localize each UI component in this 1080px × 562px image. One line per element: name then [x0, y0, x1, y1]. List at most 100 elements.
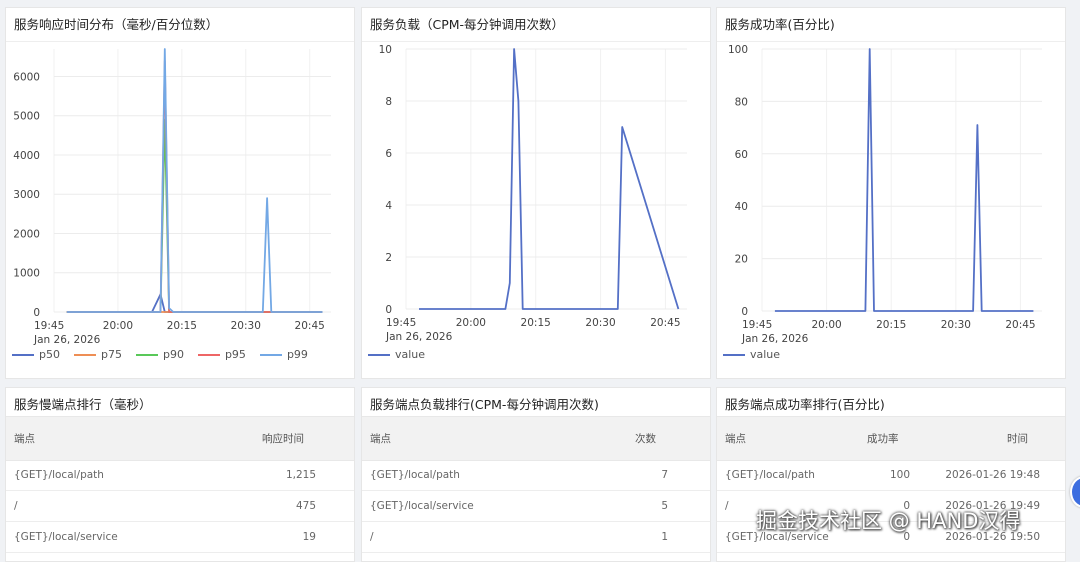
- y-tick-label: 40: [735, 201, 748, 213]
- value-cell: 1: [661, 530, 668, 543]
- table: 端点 次数 {GET}/local/path 7 {GET}/local/ser…: [362, 416, 710, 561]
- y-tick-label: 2000: [13, 228, 40, 240]
- y-tick-label: 4000: [13, 150, 40, 162]
- y-tick-label: 80: [735, 96, 748, 108]
- series-line-value: [419, 48, 680, 310]
- endpoint-cell: {GET}/local/service: [14, 530, 118, 543]
- legend-label: p75: [100, 348, 122, 361]
- y-tick-label: 4: [385, 200, 392, 212]
- table: 端点 成功率 时间 {GET}/local/path 100 2026-01-2…: [717, 416, 1065, 561]
- table-header: 端点 成功率 时间: [717, 416, 1065, 461]
- x-tick-label: 20:30: [585, 317, 615, 329]
- legend-swatch: [73, 353, 96, 356]
- y-tick-label: 0: [385, 304, 392, 316]
- y-tick-label: 2: [385, 252, 392, 264]
- legend-item-p99[interactable]: p99: [259, 348, 308, 361]
- value-cell: 7: [661, 468, 668, 481]
- legend-item-p95[interactable]: p95: [197, 348, 246, 361]
- divider: [6, 41, 354, 42]
- floating-action-button[interactable]: [1070, 476, 1080, 508]
- x-date-label: Jan 26, 2026: [33, 334, 101, 346]
- table-row[interactable]: / 1: [362, 521, 710, 553]
- load-chart[interactable]: 0 2 4 6 8 10 19:45 20:00 20:15 20:30 20:45 Jan 26, …: [362, 45, 711, 379]
- x-tick-label: 20:00: [811, 319, 841, 331]
- table-card-endpoint-success: 服务端点成功率排行(百分比) 端点 成功率 时间 {GET}/local/pat…: [716, 387, 1066, 562]
- value-cell: 5: [661, 499, 668, 512]
- column-header-endpoint[interactable]: 端点: [725, 417, 746, 460]
- y-tick-label: 8: [385, 96, 392, 108]
- x-date-label: Jan 26, 2026: [741, 333, 809, 345]
- legend-label: value: [750, 348, 781, 361]
- endpoint-cell: {GET}/local/path: [725, 468, 815, 481]
- table-row[interactable]: {GET}/local/service 5: [362, 490, 710, 522]
- endpoint-cell: {GET}/local/service: [370, 499, 474, 512]
- value-cell: 1,215: [285, 468, 316, 481]
- endpoint-cell: /: [370, 530, 374, 543]
- table-row[interactable]: {GET}/local/path 7: [362, 459, 710, 491]
- y-tick-label: 60: [735, 149, 748, 161]
- column-header-success-rate[interactable]: 成功率: [867, 417, 899, 460]
- chart-title: 服务负载（CPM-每分钟调用次数）: [370, 17, 565, 32]
- table-row[interactable]: {GET}/local/path 1,215: [6, 459, 354, 491]
- time-cell: 2026-01-26 19:48: [945, 468, 1040, 481]
- success-rate-chart[interactable]: 0 20 40 60 80 100 19:45 20:00 20:15 20:30 20:45 Jan…: [717, 45, 1066, 379]
- table-title: 服务端点负载排行(CPM-每分钟调用次数): [370, 397, 599, 412]
- legend-item-p50[interactable]: p50: [12, 348, 60, 361]
- column-header-time[interactable]: 时间: [1007, 417, 1028, 460]
- table-row[interactable]: / 475: [6, 490, 354, 522]
- legend-item-value[interactable]: value: [368, 348, 425, 361]
- legend-swatch: [368, 353, 390, 356]
- y-tick-label: 6000: [13, 71, 40, 83]
- endpoint-cell: {GET}/local/path: [14, 468, 104, 481]
- x-tick-label: 20:15: [876, 319, 906, 331]
- y-tick-label: 100: [728, 45, 748, 56]
- series-line-value: [774, 48, 1034, 312]
- legend-item-p75[interactable]: p75: [73, 348, 122, 361]
- y-tick-label: 0: [741, 306, 748, 318]
- y-tick-label: 3000: [13, 189, 40, 201]
- x-tick-label: 19:45: [742, 319, 772, 331]
- table: 端点 响应时间 {GET}/local/path 1,215 / 475 {GE…: [6, 416, 354, 561]
- chart-title: 服务响应时间分布（毫秒/百分位数）: [14, 17, 219, 32]
- chart-card-success-rate: 服务成功率(百分比) 0 20 40 60 80 100 19:45 20:00 20:15 20…: [716, 7, 1066, 379]
- x-tick-label: 19:45: [386, 317, 416, 329]
- series-line-p50: [66, 293, 323, 313]
- divider: [362, 41, 710, 42]
- legend-swatch: [197, 353, 220, 356]
- y-tick-label: 10: [379, 45, 392, 56]
- legend-label: p90: [162, 348, 184, 361]
- column-header-endpoint[interactable]: 端点: [14, 417, 35, 460]
- column-header-endpoint[interactable]: 端点: [370, 417, 391, 460]
- x-date-label: Jan 26, 2026: [385, 331, 453, 343]
- y-tick-label: 0: [33, 307, 40, 319]
- divider: [717, 41, 1065, 42]
- x-tick-label: 20:15: [521, 317, 551, 329]
- watermark: 掘金技术社区 @ HAND汉得: [756, 509, 1021, 533]
- table-row[interactable]: {GET}/local/service 19: [6, 521, 354, 553]
- endpoint-cell: {GET}/local/path: [370, 468, 460, 481]
- legend-item-p90[interactable]: p90: [135, 348, 184, 361]
- column-header-count[interactable]: 次数: [635, 417, 656, 460]
- series-line-p90: [66, 118, 323, 313]
- y-tick-label: 6: [385, 148, 392, 160]
- legend-label: p50: [39, 348, 60, 361]
- table-header: 端点 次数: [362, 416, 710, 461]
- value-cell: 475: [295, 499, 316, 512]
- endpoint-cell: /: [14, 499, 18, 512]
- response-time-chart[interactable]: 0 1000 2000 3000 4000 5000 6000 19:45 20:00 20:15…: [6, 45, 355, 379]
- legend-item-value[interactable]: value: [723, 348, 780, 361]
- table-card-slow-endpoints: 服务慢端点排行（毫秒） 端点 响应时间 {GET}/local/path 1,2…: [5, 387, 355, 562]
- x-tick-label: 20:45: [1005, 319, 1035, 331]
- value-cell: 19: [302, 530, 316, 543]
- x-tick-label: 20:30: [231, 320, 261, 332]
- table-row[interactable]: {GET}/local/path 100 2026-01-26 19:48: [717, 459, 1065, 491]
- column-header-response-time[interactable]: 响应时间: [262, 417, 304, 460]
- y-tick-label: 1000: [13, 268, 40, 280]
- table-title: 服务端点成功率排行(百分比): [725, 397, 885, 412]
- legend-swatch: [135, 353, 158, 356]
- legend-swatch: [12, 353, 34, 356]
- y-tick-label: 20: [735, 254, 748, 266]
- x-tick-label: 20:45: [650, 317, 680, 329]
- table-header: 端点 响应时间: [6, 416, 354, 461]
- chart-card-load: 服务负载（CPM-每分钟调用次数） 0 2 4 6 8 10 19:45 20:00 20:15…: [361, 7, 711, 379]
